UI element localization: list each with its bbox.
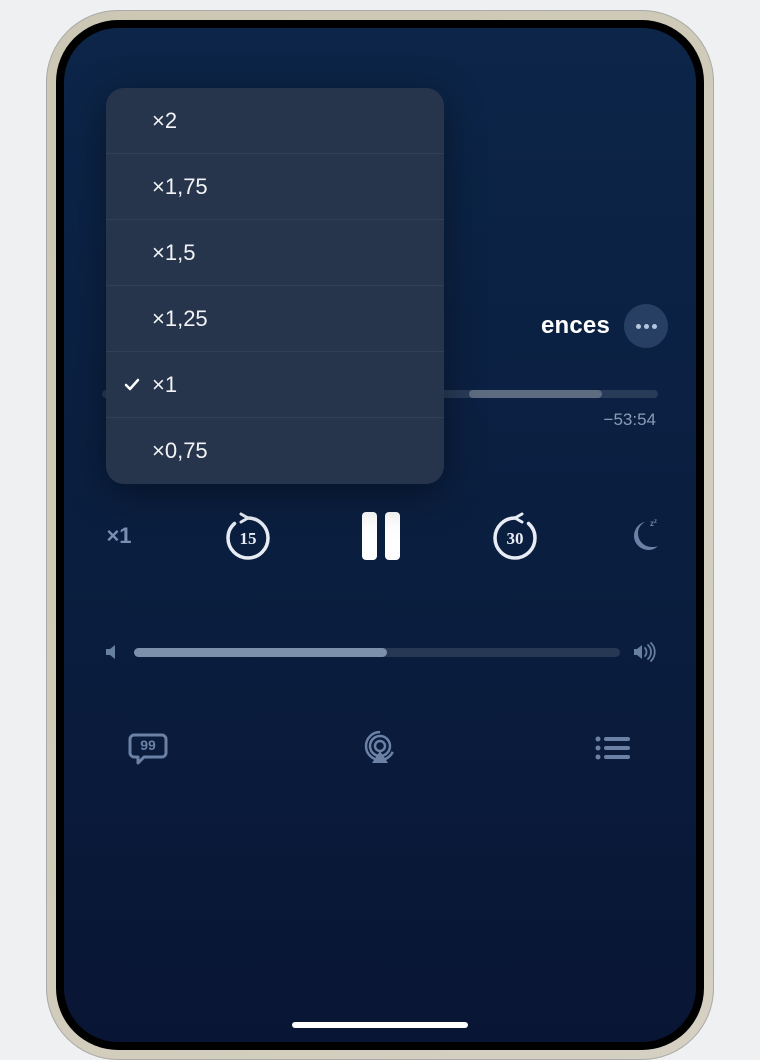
speed-menu: ×2 ×1,75 ×1,5 ×1,25 ×1 [106,88,444,484]
volume-slider[interactable] [134,648,620,657]
skip-back-icon: 15 [224,512,272,560]
svg-text:15: 15 [239,529,256,548]
queue-button[interactable] [588,728,636,768]
svg-text:30: 30 [506,529,523,548]
transport-controls: ×1 15 [94,508,666,564]
bottom-toolbar: 99 [124,728,636,768]
list-icon [594,735,630,761]
home-indicator[interactable] [292,1022,468,1028]
speed-option-label: ×0,75 [152,438,208,464]
volume-fill [134,648,387,657]
ellipsis-icon [636,324,641,329]
volume-low-icon [104,643,122,661]
more-options-button[interactable] [624,304,668,348]
speed-option-label: ×1,75 [152,174,208,200]
phone-bezel: ences −53:54 ×1 [56,20,704,1050]
speed-option-label: ×1,25 [152,306,208,332]
skip-forward-icon: 30 [491,512,539,560]
speed-option-label: ×1,5 [152,240,195,266]
pause-icon [362,512,377,560]
speed-option-1-5x[interactable]: ×1,5 [106,220,444,286]
speed-option-1x[interactable]: ×1 [106,352,444,418]
speech-bubble-icon: 99 [128,731,168,765]
speed-option-2x[interactable]: ×2 [106,88,444,154]
skip-forward-button[interactable]: 30 [489,510,541,562]
airplay-button[interactable] [356,728,404,768]
volume-high-icon [632,642,656,662]
speed-option-label: ×1 [152,372,177,398]
volume-control [104,642,656,662]
speed-option-label: ×2 [152,108,177,134]
title-row: ences [541,304,668,348]
speed-option-0-75x[interactable]: ×0,75 [106,418,444,484]
speed-option-1-75x[interactable]: ×1,75 [106,154,444,220]
playback-progress-fill [469,390,602,398]
pause-button[interactable] [351,508,411,564]
sleep-timer-button[interactable]: z z [618,512,666,560]
speed-option-1-25x[interactable]: ×1,25 [106,286,444,352]
time-remaining-label: −53:54 [604,410,656,430]
playback-speed-button[interactable]: ×1 [94,523,144,549]
airplay-icon [361,731,399,765]
svg-text:z: z [654,519,657,525]
lyrics-button[interactable]: 99 [124,728,172,768]
moon-icon: z z [624,518,660,554]
phone-frame: ences −53:54 ×1 [46,10,714,1060]
episode-title: ences [541,312,610,340]
skip-back-button[interactable]: 15 [222,510,274,562]
svg-text:99: 99 [140,737,156,753]
checkmark-icon [122,375,142,395]
